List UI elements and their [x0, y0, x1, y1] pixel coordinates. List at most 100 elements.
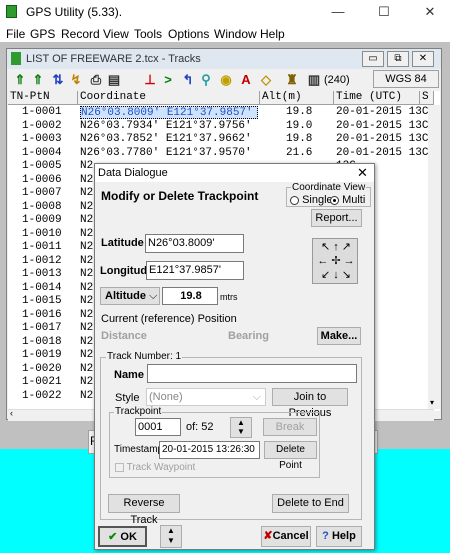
datum-button[interactable]: WGS 84: [373, 70, 439, 88]
cell-tnptn[interactable]: 1-0002: [22, 120, 78, 133]
cell-altitude[interactable]: 19.8: [286, 106, 334, 119]
cell-tnptn[interactable]: 1-0009: [22, 214, 78, 227]
col-header-alt[interactable]: Alt(m): [260, 91, 334, 105]
col-header-coordinate[interactable]: Coordinate: [78, 91, 260, 105]
tool-icon-10[interactable]: ⚲: [198, 72, 214, 88]
cell-time[interactable]: 20-01-2015 13C: [336, 120, 428, 133]
cell-altitude[interactable]: 19.8: [286, 133, 334, 146]
help-button[interactable]: ? Help: [316, 526, 362, 547]
tool-icon-8[interactable]: >: [160, 72, 176, 88]
cell-tnptn[interactable]: 1-0004: [22, 147, 78, 160]
make-button[interactable]: Make...: [317, 327, 361, 345]
cell-tnptn[interactable]: 1-0007: [22, 187, 78, 200]
trackpoint-number-field[interactable]: 0001: [135, 418, 181, 436]
cell-tnptn[interactable]: 1-0006: [22, 174, 78, 187]
cell-coordinate[interactable]: N26°03.7852' E121°37.9662': [80, 133, 258, 146]
altitude-field[interactable]: 19.8: [162, 287, 218, 305]
cell-tnptn[interactable]: 1-0015: [22, 295, 78, 308]
cell-coordinate[interactable]: N26°03.8009' E121°37.9857': [80, 106, 258, 119]
tool-icon-9[interactable]: ↰: [180, 72, 196, 88]
cell-tnptn[interactable]: 1-0001: [22, 106, 78, 119]
timestamp-field[interactable]: 20-01-2015 13:26:30: [159, 441, 260, 459]
join-previous-button[interactable]: Join to Previous: [272, 388, 348, 419]
col-header-tnptn[interactable]: TN-PtN: [8, 91, 78, 105]
cell-tnptn[interactable]: 1-0018: [22, 336, 78, 349]
printer-icon[interactable]: ⎙: [88, 72, 104, 88]
tool-icon-6[interactable]: ▤: [106, 72, 122, 88]
cell-time[interactable]: 20-01-2015 13C: [336, 147, 428, 160]
radio-single-indicator[interactable]: [290, 195, 299, 205]
tool-icon-11[interactable]: ◉: [218, 72, 234, 88]
cell-altitude[interactable]: 21.6: [286, 147, 334, 160]
cell-tnptn[interactable]: 1-0012: [22, 255, 78, 268]
cell-altitude[interactable]: 19.0: [286, 120, 334, 133]
menu-file[interactable]: File: [6, 27, 25, 41]
radio-multi-indicator[interactable]: [330, 195, 339, 205]
record-stepper[interactable]: ▲ ▼: [160, 525, 182, 548]
mdi-minimize-button[interactable]: ▭: [362, 51, 384, 67]
cell-tnptn[interactable]: 1-0010: [22, 228, 78, 241]
direction-arrows-icon[interactable]: ↖ ↑ ↗ ← ✢ → ↙ ↓ ↘: [316, 240, 356, 282]
latitude-field[interactable]: N26°03.8009': [145, 234, 244, 253]
tool-icon-14[interactable]: ♜: [284, 72, 300, 88]
tool-icon-12[interactable]: A: [238, 72, 254, 88]
menu-help[interactable]: Help: [260, 27, 285, 41]
cell-tnptn[interactable]: 1-0022: [22, 390, 78, 403]
trackpoint-stepper[interactable]: ▲ ▼: [230, 417, 252, 438]
cell-time[interactable]: 20-01-2015 13C: [336, 106, 428, 119]
mdi-restore-button[interactable]: ⧉: [387, 51, 409, 67]
menu-view[interactable]: View: [103, 27, 129, 41]
menu-options[interactable]: Options: [168, 27, 209, 41]
cell-tnptn[interactable]: 1-0017: [22, 322, 78, 335]
radio-multi[interactable]: Multi: [330, 194, 365, 206]
altitude-select[interactable]: Altitude ⌵: [100, 287, 160, 305]
menu-window[interactable]: Window: [214, 27, 257, 41]
cell-tnptn[interactable]: 1-0013: [22, 268, 78, 281]
tool-icon-7[interactable]: ⊥: [142, 72, 158, 88]
cell-tnptn[interactable]: 1-0011: [22, 241, 78, 254]
scroll-left-icon[interactable]: ‹: [10, 408, 13, 418]
cell-tnptn[interactable]: 1-0014: [22, 282, 78, 295]
cell-tnptn[interactable]: 1-0003: [22, 133, 78, 146]
checkbox-box[interactable]: [115, 462, 124, 472]
cell-tnptn[interactable]: 1-0008: [22, 201, 78, 214]
reverse-track-button[interactable]: Reverse Track: [108, 494, 180, 526]
name-field[interactable]: [147, 364, 357, 383]
dialog-close-button[interactable]: ✕: [357, 165, 368, 181]
tool-icon-15[interactable]: ▥: [306, 72, 322, 88]
cell-tnptn[interactable]: 1-0020: [22, 363, 78, 376]
cancel-button[interactable]: ✘Cancel: [261, 526, 311, 547]
tool-icon-1[interactable]: ⇑: [12, 72, 28, 88]
tool-icon-2[interactable]: ⇑: [30, 72, 46, 88]
track-waypoint-checkbox[interactable]: Track Waypoint: [115, 462, 195, 473]
minimize-button[interactable]: —: [318, 2, 358, 22]
question-icon: ?: [322, 530, 329, 542]
report-button[interactable]: Report...: [311, 209, 362, 227]
menu-gps[interactable]: GPS: [30, 27, 55, 41]
cell-tnptn[interactable]: 1-0016: [22, 309, 78, 322]
menu-record[interactable]: Record: [61, 27, 100, 41]
cell-time[interactable]: 20-01-2015 13C: [336, 133, 428, 146]
tool-icon-13[interactable]: ◇: [258, 72, 274, 88]
mdi-close-button[interactable]: ✕: [412, 51, 434, 67]
close-button[interactable]: ✕: [410, 2, 450, 22]
delete-point-button[interactable]: Delete Point: [264, 441, 317, 471]
col-header-time[interactable]: Time (UTC): [334, 91, 420, 105]
tool-icon-3[interactable]: ⇅: [50, 72, 66, 88]
vertical-scrollbar[interactable]: [428, 105, 440, 409]
cell-tnptn[interactable]: 1-0021: [22, 376, 78, 389]
style-select[interactable]: (None) ⌵: [146, 388, 266, 406]
scroll-down-icon[interactable]: ▾: [430, 398, 434, 407]
menu-tools[interactable]: Tools: [134, 27, 162, 41]
cell-tnptn[interactable]: 1-0005: [22, 160, 78, 173]
col-header-s[interactable]: S: [420, 91, 434, 105]
cell-coordinate[interactable]: N26°03.7934' E121°37.9756': [80, 120, 258, 133]
longitude-field[interactable]: E121°37.9857': [146, 261, 244, 280]
ok-button[interactable]: ✔ OK: [98, 526, 147, 547]
maximize-button[interactable]: ☐: [364, 2, 404, 22]
tool-icon-4[interactable]: ↯: [68, 72, 84, 88]
cell-coordinate[interactable]: N26°03.7780' E121°37.9570': [80, 147, 258, 160]
delete-to-end-button[interactable]: Delete to End: [272, 494, 349, 513]
radio-single[interactable]: Single: [290, 194, 333, 206]
cell-tnptn[interactable]: 1-0019: [22, 349, 78, 362]
